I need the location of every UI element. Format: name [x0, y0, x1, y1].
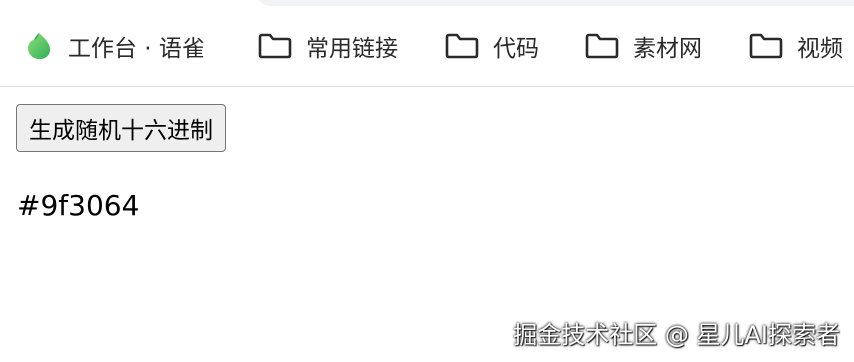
- yuque-logo-icon: [28, 33, 51, 60]
- folder-icon: [445, 33, 479, 59]
- bookmark-folder-code[interactable]: 代码: [445, 30, 539, 62]
- bookmark-label: 代码: [493, 36, 539, 62]
- bookmark-yuque-workbench[interactable]: 工作台 · 语雀: [24, 30, 205, 62]
- address-bar[interactable]: [255, 0, 854, 6]
- bookmark-label: 工作台 · 语雀: [68, 36, 205, 62]
- bookmark-label: 常用链接: [306, 36, 398, 62]
- bookmark-folder-assets[interactable]: 素材网: [585, 30, 702, 62]
- folder-icon: [258, 33, 292, 59]
- generate-random-hex-button[interactable]: 生成随机十六进制: [16, 104, 226, 152]
- bookmark-label: 视频: [797, 36, 843, 62]
- bookmark-label: 素材网: [633, 36, 702, 62]
- bookmark-folder-common-links[interactable]: 常用链接: [258, 30, 398, 62]
- hex-color-output: #9f3064: [17, 189, 140, 222]
- bookmark-folder-video[interactable]: 视频: [749, 30, 843, 62]
- watermark: 掘金技术社区 @ 星儿AI探索者: [513, 321, 840, 349]
- browser-tab-strip: [0, 0, 854, 8]
- bookmarks-bar: 工作台 · 语雀 常用链接 代码 素材网 视频: [0, 8, 854, 87]
- folder-icon: [749, 33, 783, 59]
- folder-icon: [585, 33, 619, 59]
